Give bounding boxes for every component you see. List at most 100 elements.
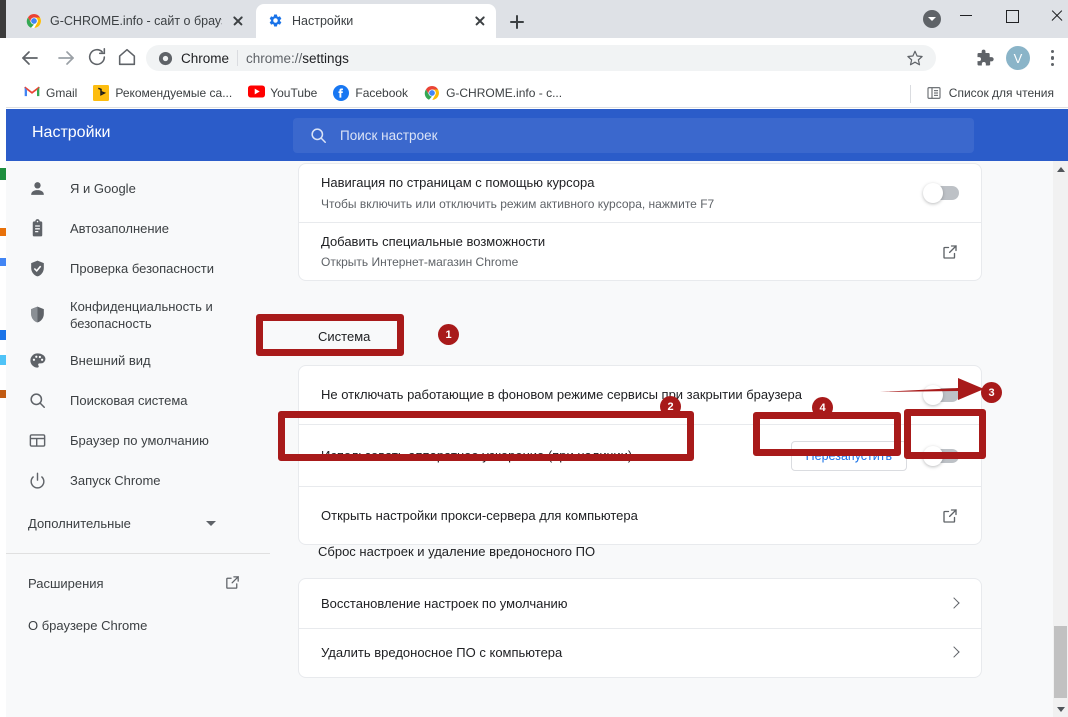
sidebar-item-privacy-and-security[interactable]: Конфиденциальность и безопасность (6, 289, 292, 341)
sidebar-item-search-engine[interactable]: Поисковая система (6, 381, 292, 421)
sidebar-item-label: Расширения (28, 575, 104, 591)
address-bar[interactable]: Chrome chrome://settings (146, 45, 936, 71)
row-title: Удалить вредоносное ПО с компьютера (321, 645, 563, 661)
search-icon (28, 391, 48, 411)
restart-button[interactable]: Перезапустить (790, 440, 907, 471)
chevron-down-icon (206, 521, 216, 526)
avatar-letter: V (1013, 50, 1023, 66)
home-icon[interactable] (116, 46, 140, 70)
tab-search-dropdown-icon[interactable] (923, 10, 941, 28)
minimize-button[interactable] (944, 0, 989, 31)
bookmark-label: Facebook (355, 85, 409, 100)
sidebar-item-safety-check[interactable]: Проверка безопасности (6, 249, 292, 289)
add-accessibility-features-row[interactable]: Добавить специальные возможности Открыть… (299, 222, 981, 280)
bookmark-recommended-sites[interactable]: Рекомендуемые са... (85, 82, 240, 104)
tab-title: Настройки (292, 14, 354, 28)
annotation-badge-4: 4 (812, 397, 833, 418)
reset-card: Восстановление настроек по умолчанию Уда… (298, 578, 982, 678)
hardware-acceleration-row[interactable]: Использовать аппаратное ускорение (при н… (299, 424, 981, 486)
bookmark-g-chrome-info[interactable]: G-CHROME.info - с... (416, 82, 570, 104)
open-in-new-icon[interactable] (941, 243, 959, 261)
row-title: Открыть настройки прокси-сервера для ком… (321, 507, 638, 523)
open-in-new-icon[interactable] (941, 507, 959, 525)
bookmark-youtube[interactable]: YouTube (240, 82, 325, 104)
gmail-icon (24, 85, 40, 101)
new-tab-button[interactable] (503, 8, 531, 36)
scroll-down-button[interactable] (1053, 701, 1068, 717)
bookmark-label: G-CHROME.info - с... (446, 85, 563, 100)
annotation-arrow-3 (880, 378, 984, 400)
sidebar-item-advanced[interactable]: Дополнительные (6, 501, 292, 545)
annotation-badge-1: 1 (438, 324, 459, 345)
caret-browsing-row[interactable]: Навигация по страницам с помощью курсора… (299, 164, 981, 222)
chevron-right-icon[interactable] (949, 648, 959, 658)
settings-gear-icon (268, 13, 284, 29)
avatar[interactable]: V (1006, 46, 1030, 70)
reading-list-button[interactable]: Список для чтения (909, 83, 1060, 103)
bookmark-star-icon[interactable] (906, 49, 924, 67)
caret-browsing-toggle[interactable] (923, 183, 959, 203)
maximize-button[interactable] (989, 0, 1034, 31)
shield-icon (28, 305, 48, 325)
sidebar-item-about-chrome[interactable]: О браузере Chrome (6, 604, 292, 646)
search-placeholder: Поиск настроек (340, 128, 438, 143)
background-apps-row[interactable]: Не отключать работающие в фоновом режиме… (299, 366, 981, 424)
settings-sidebar: Я и Google Автозаполнение Проверка безоп… (6, 161, 292, 717)
back-icon[interactable] (18, 46, 42, 70)
row-title: Использовать аппаратное ускорение (при н… (321, 447, 633, 463)
sidebar-item-label: Проверка безопасности (70, 261, 215, 277)
reading-list-label: Список для чтения (948, 86, 1054, 100)
search-settings-input[interactable]: Поиск настроек (293, 118, 974, 153)
chrome-menu-icon[interactable] (1044, 48, 1062, 68)
open-in-new-icon (224, 574, 241, 591)
omnibox-chrome-label: Chrome (181, 50, 230, 66)
row-title: Навигация по страницам с помощью курсора (321, 175, 595, 191)
sidebar-item-label: Конфиденциальность и безопасность (70, 298, 213, 331)
sidebar-item-extensions[interactable]: Расширения (6, 562, 292, 604)
sidebar-item-you-and-google[interactable]: Я и Google (6, 169, 292, 209)
restore-defaults-row[interactable]: Восстановление настроек по умолчанию (299, 579, 981, 628)
chrome-icon (424, 85, 440, 101)
system-heading: Система (318, 329, 371, 344)
palette-icon (28, 351, 48, 371)
sidebar-item-label: Браузер по умолчанию (70, 433, 209, 449)
close-icon[interactable] (472, 13, 488, 29)
sidebar-item-on-startup[interactable]: Запуск Chrome (6, 461, 292, 501)
reload-icon[interactable] (86, 46, 110, 70)
sidebar-item-autofill[interactable]: Автозаполнение (6, 209, 292, 249)
browser-window-icon (28, 431, 48, 451)
chrome-icon (158, 51, 173, 66)
sidebar-item-appearance[interactable]: Внешний вид (6, 341, 292, 381)
close-window-button[interactable] (1034, 0, 1068, 31)
hardware-acceleration-toggle[interactable] (923, 445, 959, 466)
sidebar-item-label: Внешний вид (70, 353, 151, 369)
bookmark-label: Gmail (46, 85, 78, 100)
bookmark-facebook[interactable]: Facebook (325, 82, 416, 104)
shield-check-icon (28, 259, 48, 279)
reset-heading: Сброс настроек и удаление вредоносного П… (318, 544, 596, 559)
forward-icon[interactable] (54, 46, 78, 70)
tab-settings[interactable]: Настройки (256, 4, 496, 38)
bookmark-gmail[interactable]: Gmail (16, 82, 85, 104)
page-scrollbar[interactable] (1053, 161, 1068, 717)
scroll-up-button[interactable] (1053, 161, 1068, 177)
tab-strip: G-CHROME.info - сайт о браузер Настройки (6, 0, 1068, 38)
sidebar-item-label: Я и Google (70, 181, 136, 197)
tab-g-chrome-info[interactable]: G-CHROME.info - сайт о браузер (14, 4, 254, 38)
remove-malware-row[interactable]: Удалить вредоносное ПО с компьютера (299, 628, 981, 677)
chevron-right-icon[interactable] (949, 599, 959, 609)
close-icon[interactable] (230, 13, 246, 29)
bookmark-label: Рекомендуемые са... (115, 85, 233, 100)
extensions-puzzle-icon[interactable] (974, 48, 994, 68)
proxy-settings-row[interactable]: Открыть настройки прокси-сервера для ком… (299, 486, 981, 544)
settings-main: Навигация по страницам с помощью курсора… (292, 161, 1068, 717)
accessibility-card: Навигация по страницам с помощью курсора… (298, 163, 982, 281)
tab-title: G-CHROME.info - сайт о браузер (50, 14, 222, 28)
browser-window: G-CHROME.info - сайт о браузер Настройки (0, 0, 1068, 717)
bookmark-label: YouTube (270, 85, 318, 100)
search-icon (309, 126, 328, 145)
row-subtitle: Открыть Интернет-магазин Chrome (321, 255, 519, 270)
row-title: Не отключать работающие в фоновом режиме… (321, 387, 802, 403)
sidebar-item-default-browser[interactable]: Браузер по умолчанию (6, 421, 292, 461)
scrollbar-thumb[interactable] (1054, 626, 1067, 698)
